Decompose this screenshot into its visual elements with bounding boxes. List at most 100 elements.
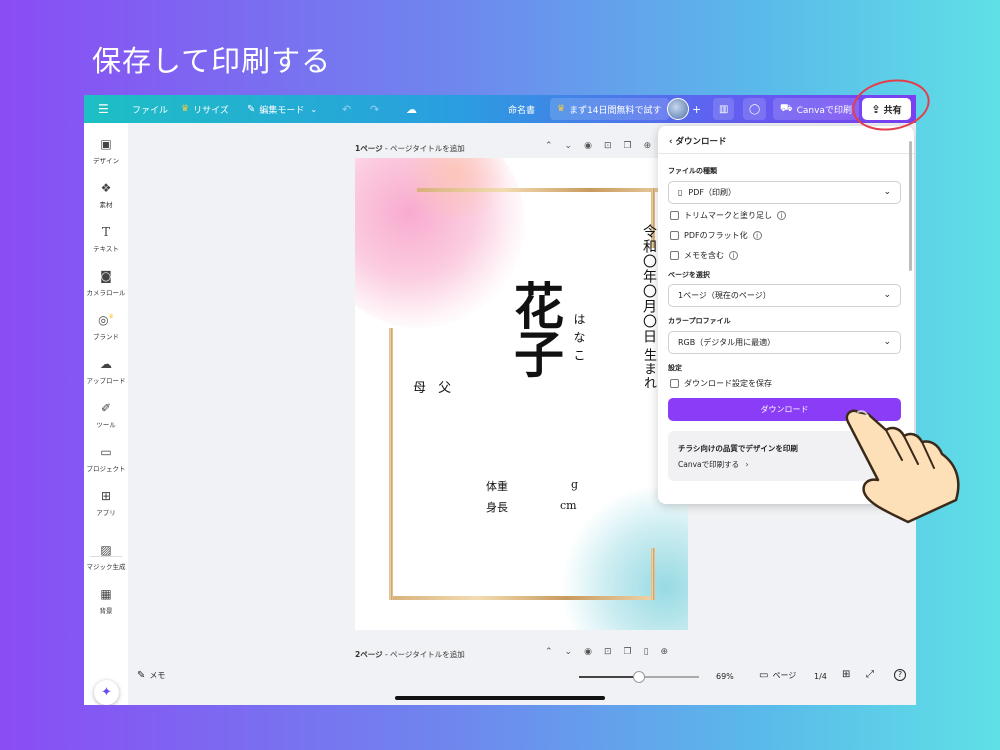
sidebar-item-elements[interactable]: ❖ 素材 (84, 181, 128, 209)
design-page[interactable]: 令和〇年〇月〇日 生まれ 花子 はなこ 母 父 体重 g 身長 cm (355, 158, 688, 630)
weight-label: 体重 (486, 480, 508, 493)
draw-icon: ✐ (100, 401, 112, 415)
checkbox-box[interactable] (670, 251, 679, 260)
avatar[interactable] (667, 98, 689, 120)
pointing-hand-illustration (845, 409, 960, 524)
sidebar-item-brand[interactable]: ◎♛ ブランド (84, 313, 128, 341)
settings-label: 設定 (668, 364, 682, 372)
zoom-level[interactable]: 69% (716, 672, 734, 681)
expand-icon: ⤢ (866, 669, 874, 680)
sidebar-item-text[interactable]: T テキスト (84, 225, 128, 253)
chevron-up-icon[interactable]: ⌃ (545, 647, 553, 657)
file-label: ファイル (132, 105, 169, 116)
checkbox-box[interactable] (670, 211, 679, 220)
grid-icon: ⊞ (842, 669, 851, 680)
promo-link[interactable]: Canvaで印刷する › (678, 459, 749, 470)
parents-names: 母 父 (413, 381, 456, 396)
chevron-left-icon[interactable]: ‹ (669, 137, 673, 147)
checkbox-box[interactable] (670, 231, 679, 240)
sidebar-item-projects[interactable]: ▭ プロジェクト (84, 445, 128, 473)
info-icon[interactable]: i (752, 231, 762, 240)
comment-button[interactable]: ◯ (743, 98, 767, 120)
delete-icon[interactable]: ▯ (644, 647, 649, 657)
sidebar-item-label: 素材 (99, 201, 113, 209)
chevron-up-icon[interactable]: ⌃ (545, 141, 553, 151)
include-notes-checkbox[interactable]: メモを含む i (670, 250, 738, 261)
apps-icon: ⊞ (100, 489, 112, 503)
flatten-pdf-checkbox[interactable]: PDFのフラット化 i (670, 230, 762, 241)
help-button[interactable]: ? (894, 669, 906, 681)
page-2-label[interactable]: 2ページ - ページタイトルを追加 (355, 649, 465, 660)
sidebar-item-tools[interactable]: ✐ ツール (84, 401, 128, 429)
hide-icon[interactable]: ◉ (584, 141, 592, 151)
sidebar-item-upload[interactable]: ☁ アップロード (84, 357, 128, 385)
file-type-select[interactable]: ▯ PDF（印刷） ⌄ (668, 181, 901, 204)
include-notes-label: メモを含む (684, 251, 724, 260)
lock-icon[interactable]: ⊡ (604, 647, 612, 657)
gold-frame-top (417, 188, 677, 192)
cloud-save-button[interactable]: ☁ (406, 95, 417, 123)
edit-mode-button[interactable]: ✎ 編集モード ⌄ (247, 95, 317, 123)
promo-link-label: Canvaで印刷する (678, 460, 740, 469)
insights-button[interactable]: ▥ (713, 98, 735, 120)
chevron-down-icon[interactable]: ⌄ (565, 141, 573, 151)
crown-icon: ♛ (108, 313, 114, 320)
page-1-number: 1ページ (355, 144, 383, 153)
top-toolbar: ☰ ファイル ♛ リサイズ ✎ 編集モード ⌄ ↶ ↷ ☁ 命名書 ♛ まず14… (84, 95, 916, 123)
select-pages-select[interactable]: 1ページ（現在のページ） ⌄ (668, 284, 901, 307)
chevron-down-icon[interactable]: ⌄ (565, 647, 573, 657)
notes-label: メモ (149, 671, 166, 680)
brand-icon: ◎♛ (98, 313, 114, 327)
menu-button[interactable]: ☰ (98, 95, 109, 123)
color-profile-select[interactable]: RGB（デジタル用に最適） ⌄ (668, 331, 901, 354)
sidebar-item-design[interactable]: ▣ デザイン (84, 137, 128, 165)
zoom-slider-handle[interactable] (633, 671, 645, 683)
resize-button[interactable]: ♛ リサイズ (181, 95, 229, 123)
page-2-number: 2ページ (355, 650, 383, 659)
duplicate-icon[interactable]: ❐ (624, 141, 632, 151)
layout-icon: ▣ (100, 137, 112, 151)
crown-icon: ♛ (557, 104, 566, 114)
redo-button[interactable]: ↷ (370, 95, 379, 123)
add-page-icon[interactable]: ⊕ (644, 141, 652, 151)
edit-mode-label: 編集モード (259, 105, 305, 116)
page-1-label[interactable]: 1ページ - ページタイトルを追加 (355, 143, 465, 154)
free-trial-button[interactable]: ♛ まず14日間無料で試す (550, 98, 669, 120)
gold-frame-bottom (389, 596, 655, 600)
sidebar-item-camera-roll[interactable]: ◙ カメラロール (84, 269, 128, 297)
sidebar-item-apps[interactable]: ⊞ アプリ (84, 489, 128, 517)
info-icon[interactable]: i (777, 211, 786, 220)
lock-icon[interactable]: ⊡ (604, 141, 612, 151)
print-with-canva-button[interactable]: ⛟ Canvaで印刷 (773, 98, 859, 120)
hide-icon[interactable]: ◉ (584, 647, 592, 657)
birth-date: 令和〇年〇月〇日 (641, 224, 657, 344)
notes-button[interactable]: ✎ メモ (137, 670, 165, 681)
design-name[interactable]: 命名書 (508, 95, 535, 123)
download-panel-header[interactable]: ‹ ダウンロード (669, 135, 727, 147)
sidebar-item-magic-media[interactable]: ▨ マジック生成 (84, 543, 128, 571)
duplicate-icon[interactable]: ❐ (624, 647, 632, 657)
grid-view-button[interactable]: ⊞ (842, 669, 850, 680)
crown-icon: ♛ (181, 104, 190, 114)
zoom-slider[interactable] (579, 671, 699, 683)
info-icon[interactable]: i (729, 251, 738, 260)
page-2-tools: ⌃ ⌄ ◉ ⊡ ❐ ▯ ⊕ (545, 647, 668, 657)
born-label: 生まれ (641, 348, 656, 390)
fullscreen-button[interactable]: ⤢ (866, 669, 874, 680)
sidebar-item-background[interactable]: ▦ 背景 (84, 587, 128, 615)
undo-button[interactable]: ↶ (342, 95, 351, 123)
home-indicator (395, 696, 605, 700)
sidebar-item-label: 背景 (99, 607, 113, 615)
panel-scrollbar[interactable] (909, 141, 912, 271)
sidebar-item-label: デザイン (93, 157, 119, 165)
save-settings-checkbox[interactable]: ダウンロード設定を保存 (670, 378, 772, 389)
trim-marks-checkbox[interactable]: トリムマークと塗り足し i (670, 210, 786, 221)
gold-frame-left (389, 328, 393, 600)
add-collaborator-button[interactable]: + (692, 95, 701, 123)
pages-button[interactable]: ▭ ページ (759, 670, 796, 681)
checkbox-box[interactable] (670, 379, 679, 388)
file-type-value: PDF（印刷） (688, 188, 736, 197)
add-page-icon[interactable]: ⊕ (661, 647, 669, 657)
height-unit: cm (560, 499, 577, 512)
file-menu-button[interactable]: ファイル (132, 95, 168, 123)
